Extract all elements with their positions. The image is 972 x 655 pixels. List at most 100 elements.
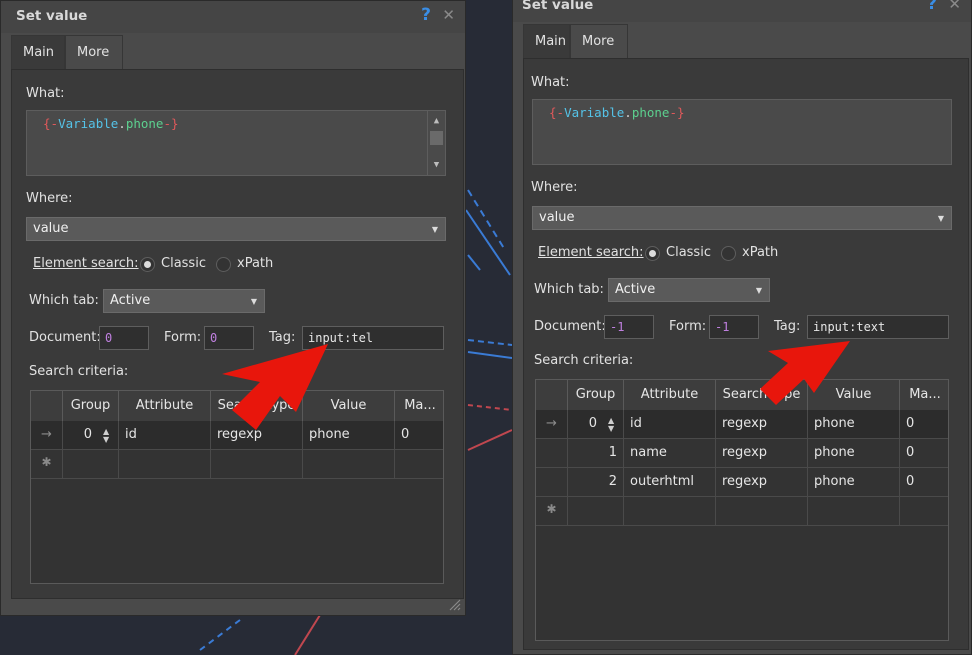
resize-grip-icon[interactable] <box>447 597 461 611</box>
new-cell[interactable] <box>808 497 900 526</box>
scroll-up-icon[interactable]: ▲ <box>428 116 445 126</box>
where-label: Where: <box>531 180 578 195</box>
row-indicator-icon: → <box>31 421 63 450</box>
header-attribute[interactable]: Attribute <box>119 391 211 421</box>
title-bar[interactable]: Set value ? ✕ <box>1 1 465 33</box>
new-cell[interactable] <box>395 450 443 479</box>
what-textarea[interactable]: {-Variable.phone-} <box>532 99 952 165</box>
title-bar[interactable]: Set value ? ✕ <box>513 0 971 22</box>
scroll-thumb[interactable] <box>430 131 443 145</box>
cell-value[interactable]: phone <box>808 468 900 497</box>
token-name: phone <box>125 116 164 131</box>
new-cell[interactable] <box>716 497 808 526</box>
where-value: value <box>33 221 69 236</box>
token-open: {- <box>549 105 565 120</box>
header-group[interactable]: Group <box>568 380 624 410</box>
tab-more[interactable]: More <box>570 24 628 58</box>
xpath-radio[interactable] <box>721 246 736 261</box>
cell-attribute[interactable]: name <box>624 439 716 468</box>
tab-more[interactable]: More <box>65 35 123 69</box>
what-label: What: <box>26 86 65 101</box>
help-icon[interactable]: ? <box>421 5 431 25</box>
cell-attribute[interactable]: id <box>119 421 211 450</box>
new-cell[interactable] <box>568 497 624 526</box>
close-icon[interactable]: ✕ <box>442 6 455 24</box>
tab-main[interactable]: Main <box>11 35 65 70</box>
new-cell[interactable] <box>303 450 395 479</box>
where-value: value <box>539 210 575 225</box>
which-tab-label: Which tab: <box>534 282 604 297</box>
classic-radio[interactable] <box>645 246 660 261</box>
close-icon[interactable]: ✕ <box>948 0 961 13</box>
cell-attribute[interactable]: id <box>624 410 716 439</box>
xpath-label: xPath <box>237 256 274 271</box>
row-indicator <box>536 468 568 497</box>
search-criteria-label: Search criteria: <box>534 353 634 368</box>
cell-attribute[interactable]: outerhtml <box>624 468 716 497</box>
row-indicator-icon: → <box>536 410 568 439</box>
new-cell[interactable] <box>900 497 948 526</box>
header-indicator <box>31 391 63 421</box>
chevron-down-icon: ▼ <box>431 225 438 234</box>
where-label: Where: <box>26 191 73 206</box>
red-arrow-icon <box>760 341 850 405</box>
grid-header: Group Attribute Search type Value Ma... <box>536 380 948 411</box>
spin-icon[interactable]: ▲ ▼ <box>608 417 616 433</box>
what-textarea[interactable]: {-Variable.phone-} ▲ ▼ <box>26 110 446 176</box>
scroll-down-icon[interactable]: ▼ <box>428 160 445 170</box>
set-value-dialog-left: Set value ? ✕ Main More What: {-Variable… <box>0 0 466 616</box>
document-input[interactable]: 0 <box>99 326 149 350</box>
classic-label: Classic <box>161 256 206 271</box>
cell-search-type[interactable]: regexp <box>716 439 808 468</box>
new-cell[interactable] <box>63 450 119 479</box>
where-select[interactable]: value ▼ <box>26 217 446 241</box>
cell-match[interactable]: 0 <box>395 421 443 450</box>
new-row-icon: ✱ <box>31 450 63 479</box>
cell-group[interactable]: 1 <box>568 439 624 468</box>
document-label: Document: <box>534 319 606 334</box>
cell-value[interactable]: phone <box>808 410 900 439</box>
textarea-scrollbar[interactable]: ▲ ▼ <box>427 111 445 175</box>
token-close: -} <box>163 116 179 131</box>
header-attribute[interactable]: Attribute <box>624 380 716 410</box>
cell-search-type[interactable]: regexp <box>716 410 808 439</box>
token-open: {- <box>43 116 59 131</box>
document-input[interactable]: -1 <box>604 315 654 339</box>
element-search-link[interactable]: Element search: <box>33 256 139 271</box>
chevron-down-icon: ▼ <box>250 297 257 306</box>
cell-match[interactable]: 0 <box>900 410 948 439</box>
which-tab-value: Active <box>615 282 656 297</box>
where-select[interactable]: value ▼ <box>532 206 952 230</box>
xpath-label: xPath <box>742 245 779 260</box>
new-cell[interactable] <box>211 450 303 479</box>
row-indicator <box>536 439 568 468</box>
cell-group[interactable]: 2 <box>568 468 624 497</box>
cell-value[interactable]: phone <box>808 439 900 468</box>
red-arrow-icon <box>222 344 328 430</box>
header-match[interactable]: Ma... <box>900 380 948 410</box>
cell-search-type[interactable]: regexp <box>716 468 808 497</box>
header-group[interactable]: Group <box>63 391 119 421</box>
dialog-title: Set value <box>16 8 88 24</box>
which-tab-select[interactable]: Active ▼ <box>103 289 265 313</box>
tab-main[interactable]: Main <box>523 24 570 59</box>
spin-icon[interactable]: ▲ ▼ <box>103 428 111 444</box>
token-variable: Variable <box>564 105 625 120</box>
which-tab-label: Which tab: <box>29 293 99 308</box>
cell-match[interactable]: 0 <box>900 468 948 497</box>
classic-radio[interactable] <box>140 257 155 272</box>
which-tab-select[interactable]: Active ▼ <box>608 278 770 302</box>
header-match[interactable]: Ma... <box>395 391 443 421</box>
form-label: Form: <box>164 330 202 345</box>
help-icon[interactable]: ? <box>927 0 937 14</box>
new-cell[interactable] <box>119 450 211 479</box>
xpath-radio[interactable] <box>216 257 231 272</box>
main-tab-panel: What: {-Variable.phone-} Where: value ▼ … <box>523 58 969 650</box>
cell-match[interactable]: 0 <box>900 439 948 468</box>
token-close: -} <box>669 105 685 120</box>
new-cell[interactable] <box>624 497 716 526</box>
element-search-link[interactable]: Element search: <box>538 245 644 260</box>
form-input[interactable]: -1 <box>709 315 759 339</box>
token-dot: . <box>624 105 632 120</box>
token-variable: Variable <box>58 116 119 131</box>
